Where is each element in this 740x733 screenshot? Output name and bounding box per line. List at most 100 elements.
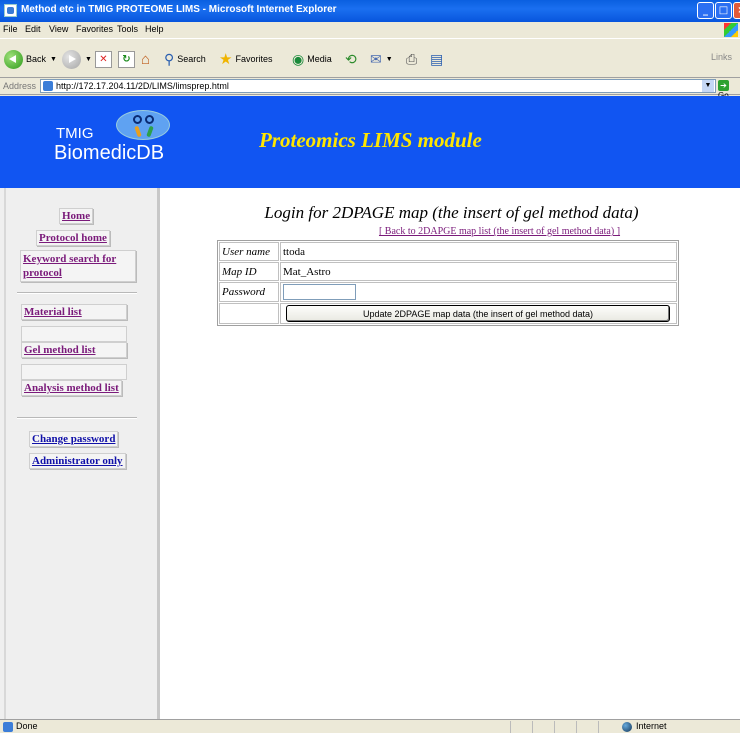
- edit-button[interactable]: ▤: [430, 47, 443, 71]
- windows-logo-icon: [724, 23, 738, 37]
- page-title: Login for 2DPAGE map (the insert of gel …: [264, 203, 639, 222]
- address-input[interactable]: http://172.17.204.11/2D/LIMS/limsprep.ht…: [40, 79, 716, 93]
- forward-arrow-icon: [62, 49, 81, 69]
- mail-dropdown-icon[interactable]: ▼: [386, 56, 393, 63]
- print-icon: ⎙: [406, 50, 418, 67]
- favorites-button[interactable]: ★ Favorites: [219, 47, 272, 71]
- forward-dropdown-icon[interactable]: ▼: [85, 56, 92, 63]
- back-arrow-icon: [4, 49, 23, 69]
- media-icon: ◉: [292, 50, 305, 67]
- page-viewport: TMIG BiomedicDB Proteomics LIMS module H…: [0, 96, 740, 719]
- form-row-user-name: User name ttoda: [219, 242, 677, 261]
- favorites-star-icon: ★: [219, 51, 233, 68]
- sidebar-analysis-method-list-link[interactable]: Analysis method list: [21, 380, 122, 396]
- menu-tools[interactable]: Tools: [117, 24, 138, 34]
- mail-icon: ✉: [370, 50, 382, 67]
- password-cell: [280, 282, 677, 302]
- back-button[interactable]: Back ▼: [4, 47, 57, 71]
- refresh-button[interactable]: ↻: [118, 47, 135, 71]
- status-pane-divider: [598, 721, 599, 733]
- address-url: http://172.17.204.11/2D/LIMS/limsprep.ht…: [56, 81, 229, 91]
- internet-zone-icon: [622, 722, 632, 732]
- browser-toolbar: Back ▼ ▼ ✕ ↻ ⌂ ⚲ Search ★ Favorites ◉ Me…: [0, 38, 740, 78]
- sidebar-home-link[interactable]: Home: [59, 208, 94, 224]
- back-label: Back: [26, 54, 47, 64]
- refresh-icon: ↻: [118, 50, 135, 68]
- password-label: Password: [219, 282, 279, 302]
- form-row-password: Password: [219, 282, 677, 302]
- sidebar-spacer: [21, 326, 127, 342]
- status-pane-divider: [554, 721, 555, 733]
- login-form: User name ttoda Map ID Mat_Astro Passwor…: [217, 240, 679, 326]
- back-dropdown-icon[interactable]: ▼: [50, 56, 57, 63]
- window-title: Method etc in TMIG PROTEOME LIMS - Micro…: [21, 4, 337, 15]
- address-label: Address: [3, 81, 37, 91]
- address-dropdown-icon[interactable]: ▼: [702, 80, 714, 92]
- menu-bar: File Edit View Favorites Tools Help: [0, 22, 740, 38]
- form-row-submit: Update 2DPAGE map data (the insert of ge…: [219, 303, 677, 324]
- sidebar-protocol-home-link[interactable]: Protocol home: [36, 230, 110, 246]
- logo-biomedicdb-text: BiomedicDB: [54, 142, 165, 164]
- search-label: Search: [177, 54, 206, 64]
- address-bar: Address http://172.17.204.11/2D/LIMS/lim…: [0, 78, 740, 100]
- mail-button[interactable]: ✉ ▼: [370, 47, 393, 71]
- ie-app-icon: [4, 4, 17, 17]
- stop-icon: ✕: [95, 50, 112, 68]
- favorites-label: Favorites: [235, 54, 273, 64]
- window-title-bar: Method etc in TMIG PROTEOME LIMS - Micro…: [0, 0, 740, 22]
- menu-help[interactable]: Help: [145, 24, 164, 34]
- password-input[interactable]: [283, 284, 356, 300]
- menu-edit[interactable]: Edit: [25, 24, 41, 34]
- map-id-value: Mat_Astro: [280, 262, 677, 281]
- history-button[interactable]: ⟲: [345, 47, 357, 71]
- sidebar-divider: [17, 292, 137, 294]
- close-button[interactable]: ×: [733, 2, 740, 19]
- search-button[interactable]: ⚲ Search: [164, 47, 206, 71]
- media-label: Media: [307, 54, 332, 64]
- logo-tmig-text: TMIG: [56, 125, 94, 142]
- sidebar-keyword-search-link[interactable]: Keyword search for protocol: [20, 250, 136, 282]
- user-name-label: User name: [219, 242, 279, 261]
- home-icon: ⌂: [141, 50, 151, 68]
- status-pane-divider: [532, 721, 533, 733]
- home-toolbar-button[interactable]: ⌂: [141, 47, 150, 71]
- sidebar: Home Protocol home Keyword search for pr…: [0, 188, 160, 719]
- sidebar-divider: [17, 417, 137, 419]
- sidebar-administrator-only-link[interactable]: Administrator only: [29, 453, 126, 469]
- go-button[interactable]: ➔ Go: [718, 80, 740, 100]
- go-arrow-icon: ➔: [718, 80, 729, 91]
- links-label[interactable]: Links: [711, 52, 732, 62]
- search-icon: ⚲: [164, 50, 175, 67]
- page-icon: [43, 81, 53, 91]
- security-zone-label: Internet: [636, 721, 667, 731]
- map-id-label: Map ID: [219, 262, 279, 281]
- print-button[interactable]: ⎙: [406, 47, 417, 71]
- status-pane-divider: [576, 721, 577, 733]
- update-map-data-button[interactable]: Update 2DPAGE map data (the insert of ge…: [286, 305, 670, 322]
- page-done-icon: [3, 722, 13, 732]
- sidebar-change-password-link[interactable]: Change password: [29, 431, 119, 447]
- status-text: Done: [16, 721, 38, 731]
- sidebar-material-list-link[interactable]: Material list: [21, 304, 127, 320]
- forward-button[interactable]: ▼: [62, 47, 92, 71]
- menu-file[interactable]: File: [3, 24, 18, 34]
- header-banner: TMIG BiomedicDB Proteomics LIMS module: [0, 96, 740, 188]
- maximize-button[interactable]: □: [715, 2, 732, 19]
- media-button[interactable]: ◉ Media: [292, 47, 332, 71]
- main-content: Login for 2DPAGE map (the insert of gel …: [163, 188, 740, 719]
- back-to-map-list-link[interactable]: [ Back to 2DAPGE map list (the insert of…: [163, 226, 740, 237]
- status-bar: Done Internet: [0, 719, 740, 733]
- history-icon: ⟲: [345, 50, 357, 67]
- logo-people-icon: [116, 110, 170, 140]
- sidebar-gel-method-list-link[interactable]: Gel method list: [21, 342, 127, 358]
- edit-icon: ▤: [430, 50, 444, 67]
- user-name-value: ttoda: [280, 242, 677, 261]
- status-pane-divider: [510, 721, 511, 733]
- menu-view[interactable]: View: [49, 24, 68, 34]
- stop-button[interactable]: ✕: [95, 47, 112, 71]
- minimize-button[interactable]: _: [697, 2, 714, 19]
- submit-cell: Update 2DPAGE map data (the insert of ge…: [280, 303, 677, 324]
- module-title: Proteomics LIMS module: [259, 128, 482, 152]
- sidebar-spacer: [21, 364, 127, 380]
- menu-favorites[interactable]: Favorites: [76, 24, 113, 34]
